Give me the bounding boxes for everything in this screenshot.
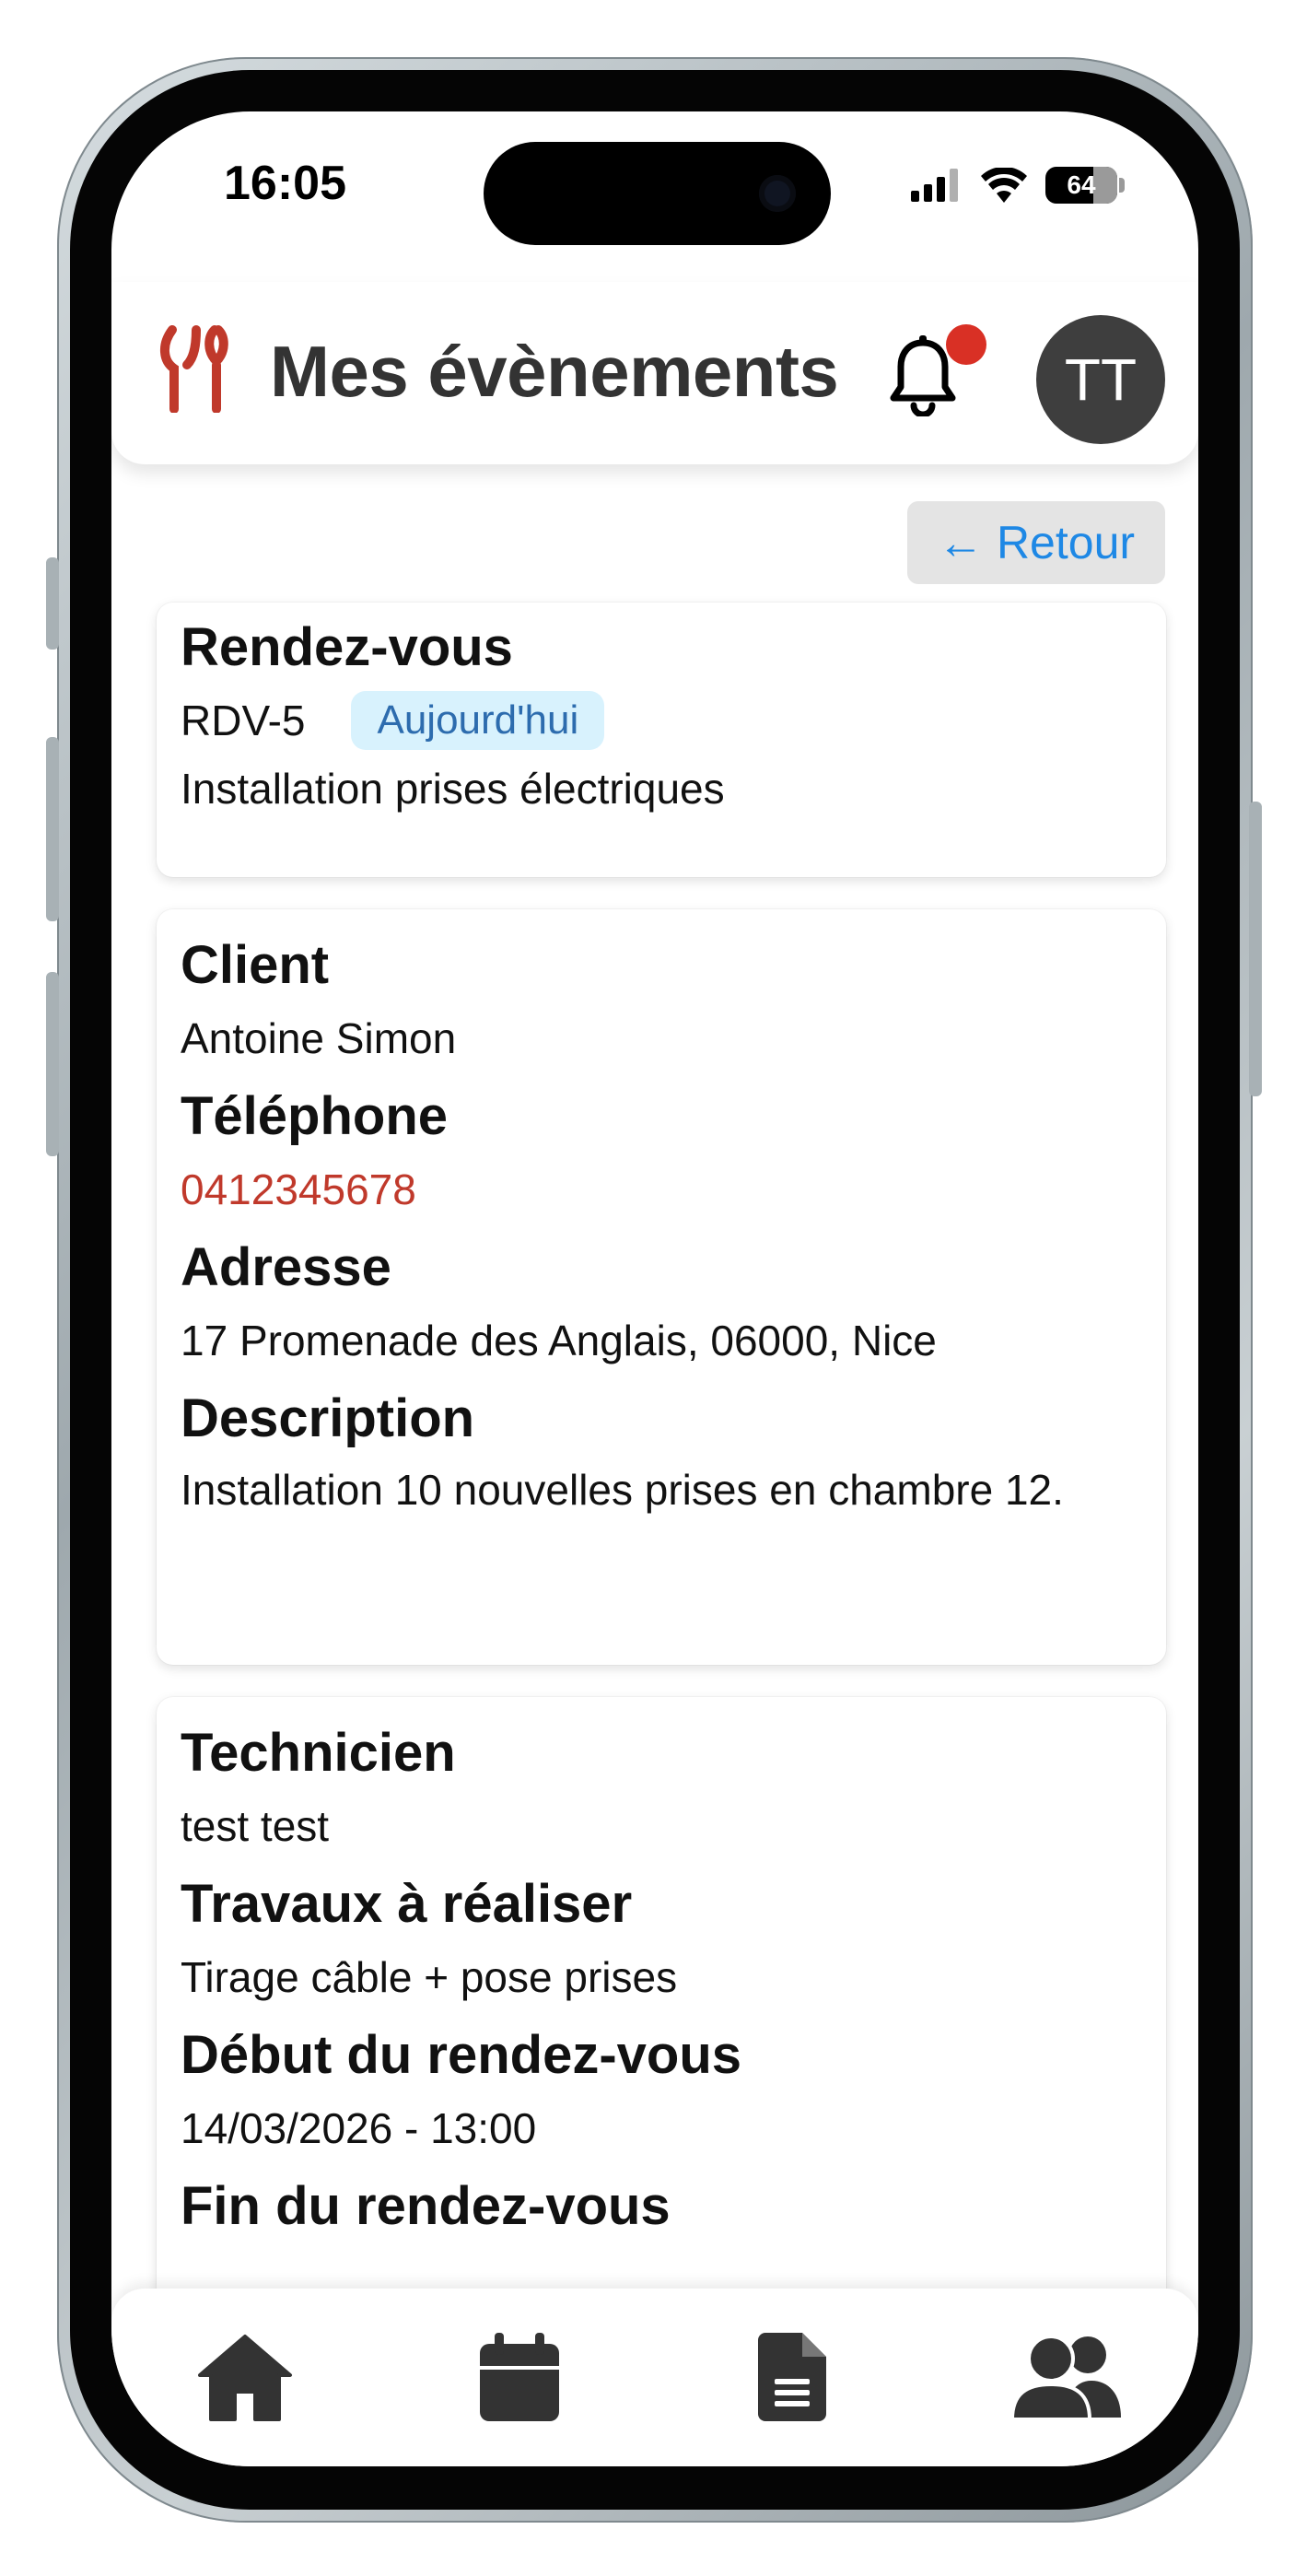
- page-title: Mes évènements: [270, 331, 839, 412]
- arrow-left-icon: ←: [937, 517, 984, 568]
- dynamic-island: [484, 142, 831, 245]
- work-label: Travaux à réaliser: [181, 1874, 633, 1934]
- action-button: [46, 557, 59, 650]
- avatar[interactable]: TT: [1036, 315, 1165, 444]
- phone-link[interactable]: 0412345678: [181, 1160, 1142, 1219]
- address-label: Adresse: [181, 1237, 391, 1297]
- volume-up-button: [46, 737, 59, 921]
- battery-icon: 64: [1045, 167, 1117, 204]
- work-value: Tirage câble + pose prises: [181, 1953, 678, 2001]
- appointment-card: Rendez-vous RDV-5 Aujourd'hui Installati…: [157, 603, 1166, 877]
- phone-screen: 16:05 64 Mes évènements TT ← Retour Rend…: [111, 111, 1198, 2466]
- status-badge: Aujourd'hui: [351, 691, 605, 750]
- battery-level: 64: [1067, 170, 1096, 199]
- appointment-heading: Rendez-vous: [181, 617, 513, 677]
- battery-nub: [1119, 178, 1125, 193]
- status-time: 16:05: [224, 157, 346, 210]
- description-value: Installation 10 nouvelles prises en cham…: [181, 1466, 1064, 1514]
- event-details: ← Retour Rendez-vous RDV-5 Aujourd'hui I…: [111, 464, 1198, 2289]
- appointment-title: Installation prises électriques: [181, 765, 725, 813]
- end-label: Fin du rendez-vous: [181, 2176, 671, 2236]
- technician-value: test test: [181, 1802, 330, 1850]
- document-icon[interactable]: [758, 2333, 826, 2421]
- phone-label: Téléphone: [181, 1086, 449, 1146]
- start-label: Début du rendez-vous: [181, 2025, 742, 2085]
- tools-logo-icon: [160, 325, 228, 413]
- client-label: Client: [181, 935, 330, 995]
- app-header: Mes évènements TT: [111, 282, 1198, 464]
- calendar-icon[interactable]: [480, 2333, 559, 2421]
- signal-icon: [911, 169, 958, 202]
- notification-badge: [946, 324, 986, 365]
- appointment-reference: RDV-5: [181, 697, 306, 744]
- technician-card: Technicien test test Travaux à réaliser …: [157, 1697, 1166, 2289]
- front-camera-icon: [759, 175, 796, 212]
- status-indicators: 64: [911, 167, 1125, 204]
- description-label: Description: [181, 1388, 475, 1448]
- back-button-label: Retour: [996, 517, 1136, 568]
- address-value: 17 Promenade des Anglais, 06000, Nice: [181, 1317, 937, 1364]
- start-value: 14/03/2026 - 13:00: [181, 2104, 537, 2152]
- client-card: Client Antoine Simon Téléphone 041234567…: [157, 909, 1166, 1665]
- bottom-navigation: [111, 2289, 1198, 2466]
- power-button: [1249, 802, 1262, 1096]
- technician-label: Technicien: [181, 1723, 456, 1783]
- home-icon[interactable]: [196, 2333, 294, 2421]
- client-name: Antoine Simon: [181, 1014, 457, 1062]
- wifi-icon: [981, 168, 1027, 203]
- users-icon[interactable]: [1012, 2333, 1121, 2421]
- back-button[interactable]: ← Retour: [907, 501, 1165, 584]
- volume-down-button: [46, 972, 59, 1156]
